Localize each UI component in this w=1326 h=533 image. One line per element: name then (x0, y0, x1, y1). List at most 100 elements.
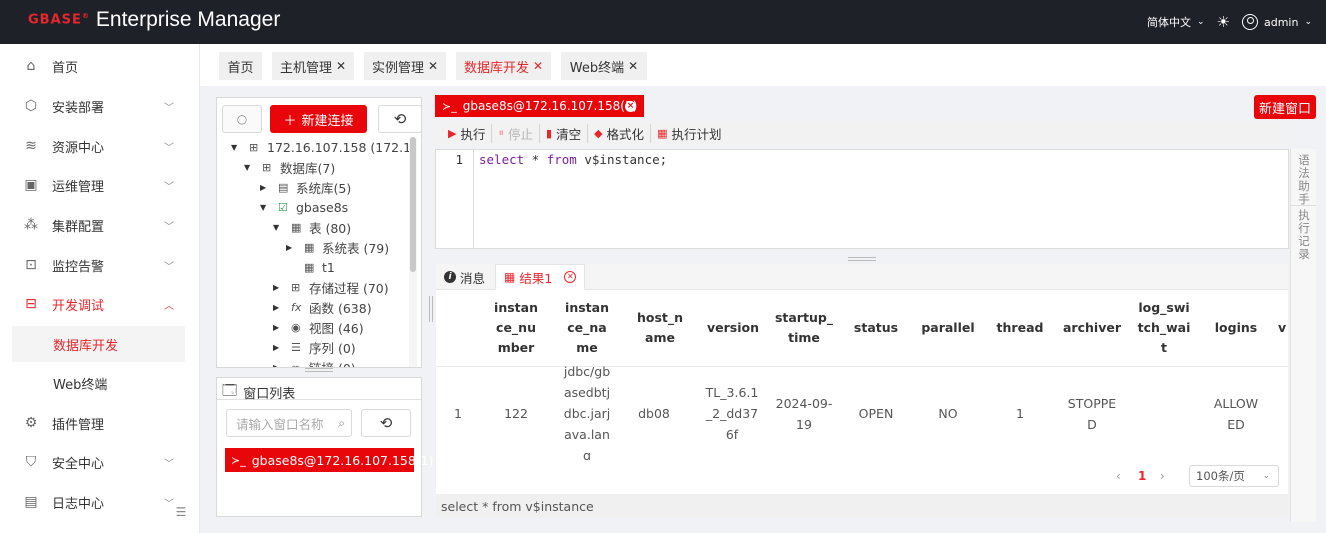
table-cell[interactable]: jdbc/gbasedbtjdbc.jarjava.lang (562, 364, 612, 460)
tree-node-tables[interactable]: ▼ ▦ 表 (80) (273, 217, 351, 237)
editor-resize-handle[interactable] (848, 257, 876, 261)
tree-scrollbar-thumb[interactable] (410, 137, 416, 272)
sidebar-item-monitor[interactable]: ⊡ 监控告警 ﹀ (0, 245, 200, 285)
tree-node-label: 链接 (0) (309, 358, 356, 368)
execute-button[interactable]: ▶ 执行 (442, 123, 493, 143)
stop-button[interactable]: ⏸ 停止 (492, 123, 540, 143)
tab-host-management[interactable]: 主机管理 ✕ (272, 52, 354, 80)
table-cell[interactable]: 1 (446, 367, 470, 460)
table-cell[interactable]: db08 (630, 367, 678, 460)
table-cell[interactable]: STOPPED (1066, 367, 1118, 460)
table-cell[interactable]: NO (916, 367, 980, 460)
server-icon: ⊞ (249, 140, 259, 154)
page-size-select[interactable]: 100条/页 ⌄ (1189, 465, 1279, 487)
sidebar-subitem-web-terminal[interactable]: Web终端 (12, 365, 185, 401)
chevron-up-icon: ︿ (164, 300, 174, 312)
table-cell[interactable]: OPEN (848, 367, 904, 460)
syntax-helper-tab[interactable]: 语法助手 (1295, 154, 1313, 206)
sidebar-item-install[interactable]: ⬡ 安装部署 ﹀ (0, 86, 200, 126)
editor-tab[interactable]: ≻_ gbase8s@172.16.107.158(1) × (435, 95, 644, 117)
tree-node-system-dbs[interactable]: ▶ ▤ 系统库(5) (260, 177, 351, 197)
new-connection-button[interactable]: ＋新建连接 (270, 105, 367, 133)
window-search-input[interactable]: 请输入窗口名称 ⌕ (226, 409, 352, 437)
tab-label: 数据库开发 (463, 60, 529, 76)
table-cell[interactable]: TL_3.6.1_2_dd376f (704, 367, 760, 460)
sidebar-item-label: 日志中心 (52, 496, 105, 512)
close-icon[interactable]: ✕ (564, 271, 577, 283)
sidebar-item-cluster[interactable]: ⁂ 集群配置 ﹀ (0, 205, 200, 245)
column-header[interactable]: startup_time (774, 290, 834, 366)
table-cell[interactable]: 1 (992, 367, 1048, 460)
tab-database-dev[interactable]: 数据库开发 ✕ (456, 52, 551, 80)
vertical-resize-handle[interactable] (429, 296, 433, 322)
sidebar-item-dev[interactable]: ⊟ 开发调试 ︿ (0, 284, 200, 324)
sidebar-item-security[interactable]: ⛉ 安全中心 ﹀ (0, 442, 200, 482)
tree-node-functions[interactable]: ▶ fx 函数 (638) (273, 297, 372, 317)
tree-node-procedures[interactable]: ▶ ⊞ 存储过程 (70) (273, 277, 389, 297)
column-header[interactable]: logins (1206, 290, 1266, 366)
sidebar-item-ops[interactable]: ▣ 运维管理 ﹀ (0, 165, 200, 205)
column-header[interactable]: instance_name (562, 290, 612, 366)
tab-web-terminal[interactable]: Web终端 ✕ (561, 52, 647, 80)
tree-refresh-button[interactable]: ⟲ (378, 105, 422, 133)
column-header[interactable]: parallel (916, 290, 980, 366)
tree-node-sequences[interactable]: ▶ ☰ 序列 (0) (273, 337, 356, 357)
new-window-button[interactable]: 新建窗口 (1254, 95, 1316, 119)
tree-node-label: t1 (322, 259, 335, 275)
column-header[interactable]: archiver (1060, 290, 1124, 366)
theme-toggle[interactable]: ☀ (1217, 13, 1230, 31)
next-page-icon[interactable]: › (1160, 469, 1165, 483)
table-cell[interactable] (1136, 367, 1192, 460)
execution-history-tab[interactable]: 执行记录 (1295, 209, 1313, 261)
sidebar-subitem-db-dev[interactable]: 数据库开发 (12, 326, 185, 362)
horizontal-resize-handle[interactable] (305, 368, 333, 372)
close-icon[interactable]: ✕ (336, 59, 346, 73)
clear-button[interactable]: ▮ 清空 (540, 123, 589, 143)
language-select[interactable]: 简体中文 ⌄ (1147, 14, 1205, 30)
sql-code[interactable]: select * from v$instance; (479, 152, 667, 167)
window-list-refresh-button[interactable]: ⟲ (361, 409, 411, 437)
column-header[interactable]: version (698, 290, 768, 366)
chevron-down-icon: ﹀ (164, 181, 174, 193)
tab-instance-management[interactable]: 实例管理 ✕ (364, 52, 446, 80)
tab-home[interactable]: 首页 (219, 52, 262, 80)
sidebar-item-logs[interactable]: ▤ 日志中心 ﹀ (0, 482, 200, 522)
collapse-sidebar-icon[interactable]: ☰ (172, 505, 190, 523)
window-list-item[interactable]: ≻_ gbase8s@172.16.107.158(1) (225, 448, 434, 472)
tree-search-button[interactable]: ○ (222, 105, 262, 133)
close-icon[interactable]: ✕ (428, 59, 438, 73)
prev-page-icon[interactable]: ‹ (1116, 469, 1121, 483)
tab-result-1[interactable]: ▦ 结果1 ✕ (495, 264, 586, 290)
close-icon[interactable]: ✕ (628, 59, 638, 73)
table-cell[interactable]: 2024-09-19 (774, 367, 834, 460)
tree-node-links[interactable]: ▶ ∞ 链接 (0) (273, 357, 356, 368)
sidebar-item-home[interactable]: ⌂ 首页 (0, 46, 200, 86)
tree-node-label: 数据库(7) (280, 160, 336, 176)
page-number[interactable]: 1 (1138, 469, 1146, 483)
close-icon[interactable]: ✕ (533, 59, 543, 73)
table-cell[interactable]: ALLOWED (1212, 367, 1260, 460)
column-header[interactable]: log_switch_wait (1136, 290, 1192, 366)
tree-node-host[interactable]: ▼ ⊞ 172.16.107.158 (172.16.107.158) (231, 137, 409, 157)
user-menu[interactable]: admin ⌄ (1241, 14, 1312, 30)
sidebar-item-plugins[interactable]: ⚙ 插件管理 (0, 403, 200, 443)
table-cell[interactable]: 122 (492, 367, 540, 460)
sql-editor[interactable]: 1 select * from v$instance; (435, 149, 1289, 249)
tab-messages[interactable]: i 消息 (436, 264, 493, 290)
format-button[interactable]: ◆ 格式化 (588, 123, 652, 143)
tree-node-t1[interactable]: ▦ t1 (286, 257, 335, 277)
tree-node-views[interactable]: ▶ ◉ 视图 (46) (273, 317, 364, 337)
column-header[interactable]: status (848, 290, 904, 366)
tree-node-databases[interactable]: ▼ ⊞ 数据库(7) (244, 157, 335, 177)
tree-node-system-tables[interactable]: ▶ ▦ 系统表 (79) (286, 237, 389, 257)
close-icon[interactable]: × (625, 100, 636, 112)
editor-toolbar: ▶ 执行 ⏸ 停止 ▮ 清空 ◆ 格式化 ▦ 执行计划 (435, 121, 1290, 145)
column-header[interactable]: thread (992, 290, 1048, 366)
column-header[interactable]: host_name (634, 290, 686, 366)
tree-node-gbase8s[interactable]: ▼ ☑ gbase8s (260, 197, 348, 217)
sidebar-item-resources[interactable]: ≋ 资源中心 ﹀ (0, 126, 200, 166)
column-header[interactable]: v (1278, 290, 1288, 366)
column-header[interactable]: instance_number (492, 290, 540, 366)
execution-plan-button[interactable]: ▦ 执行计划 (651, 124, 727, 143)
folder-icon: ▤ (278, 180, 289, 194)
